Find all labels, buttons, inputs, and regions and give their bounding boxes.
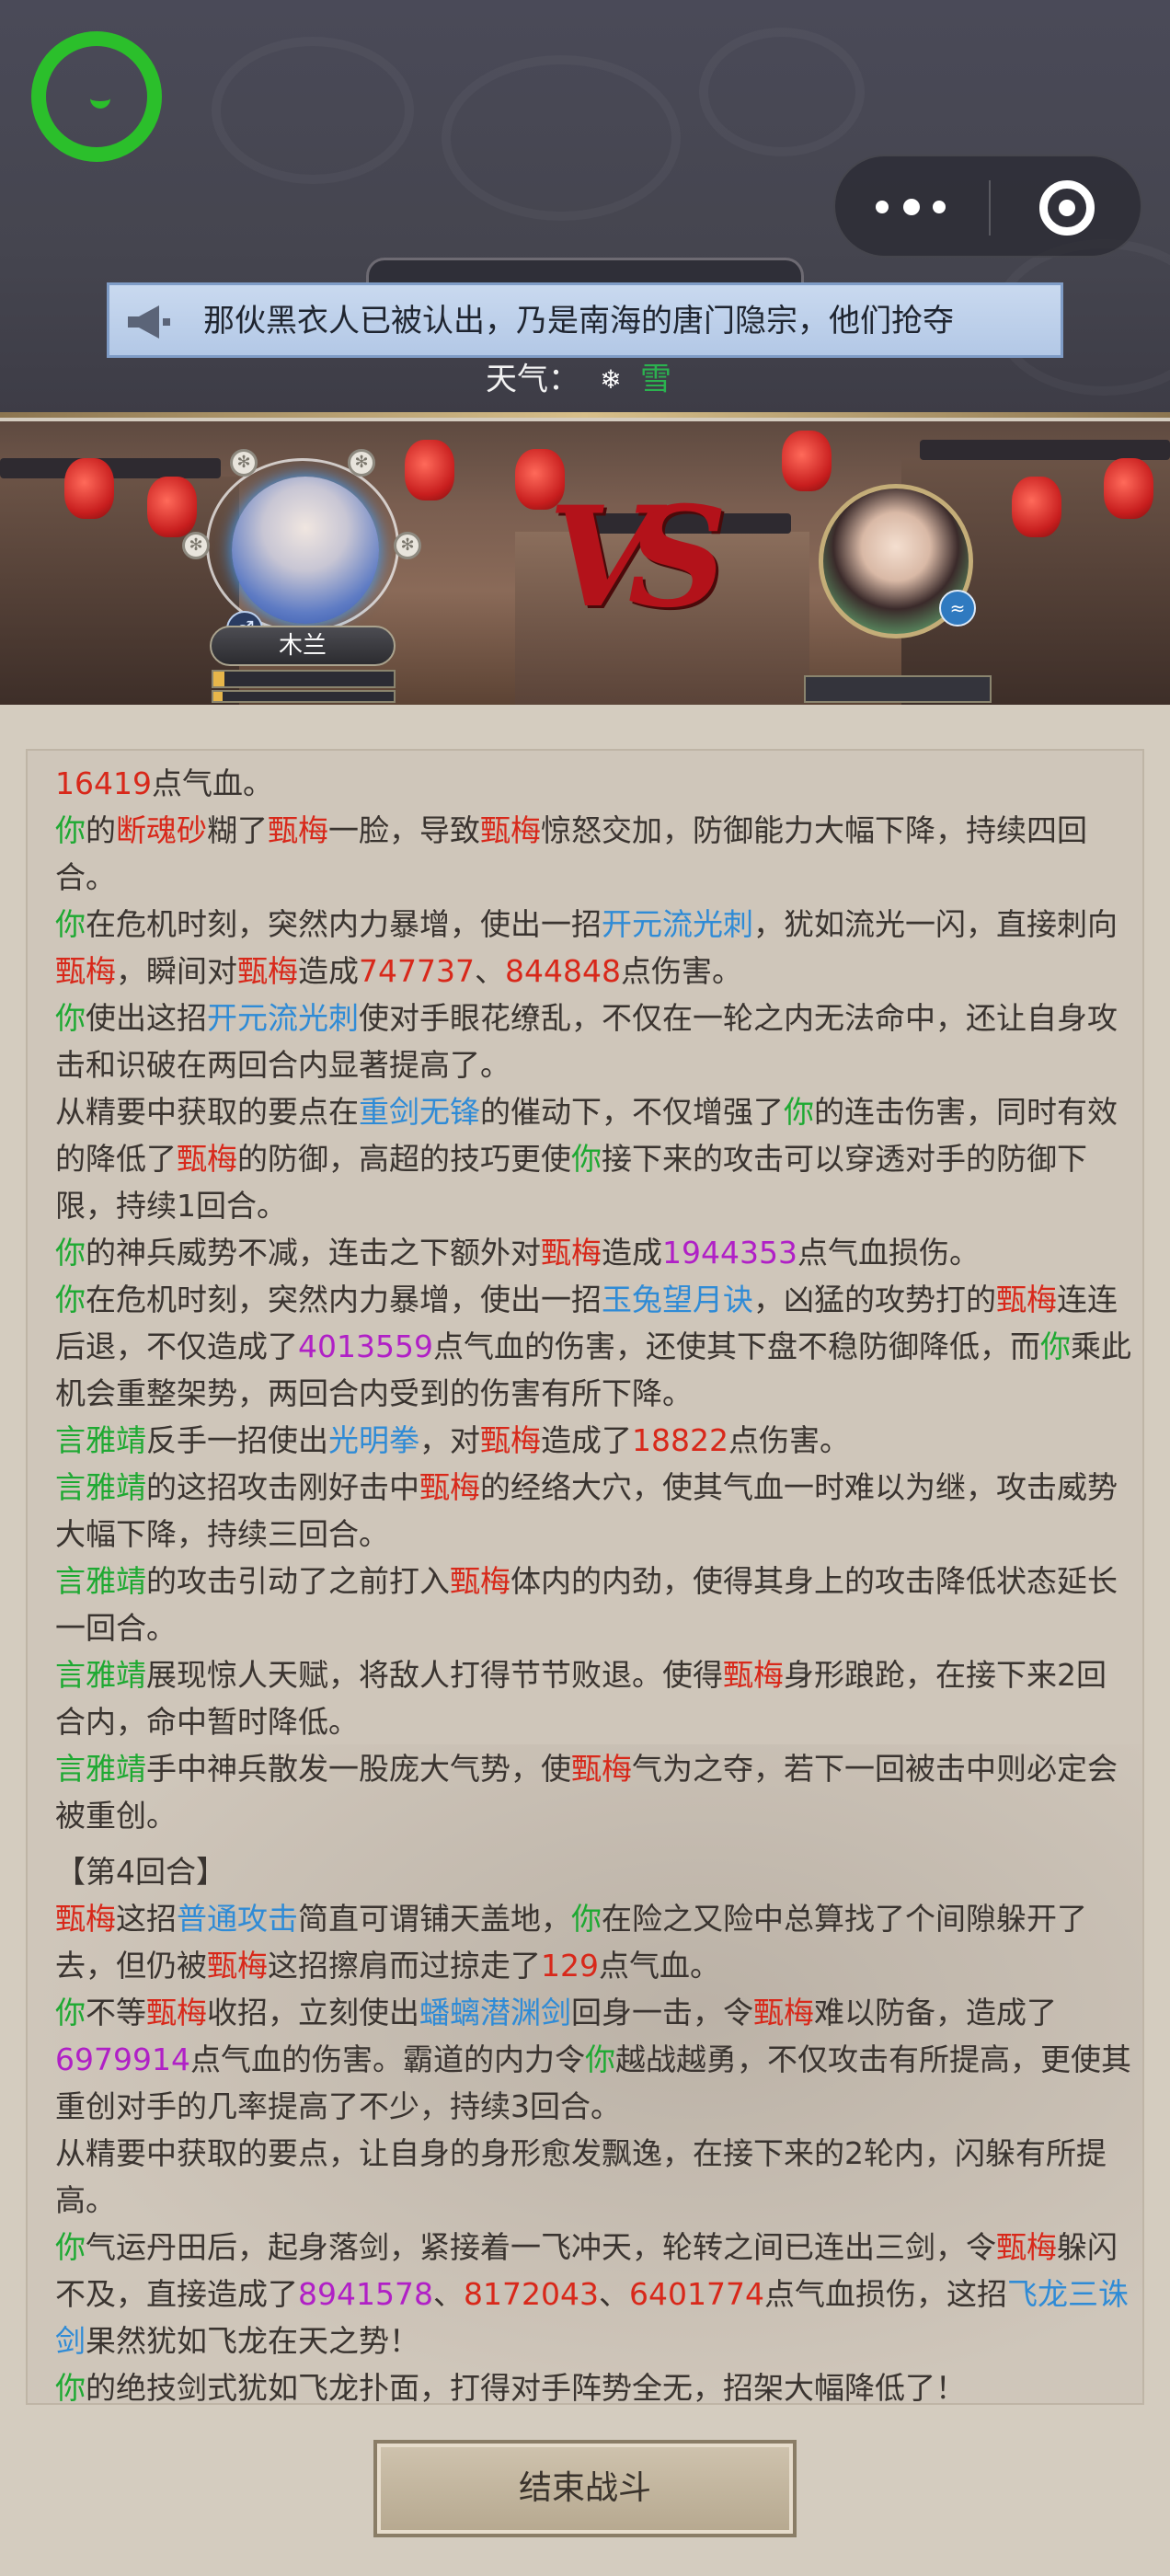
player-mp-bar bbox=[212, 690, 396, 703]
star-icon: ✻ bbox=[230, 449, 258, 477]
roof bbox=[920, 440, 1170, 460]
notice-frame-top bbox=[366, 258, 804, 285]
more-button[interactable] bbox=[835, 156, 988, 259]
star-icon: ✻ bbox=[182, 532, 210, 559]
snowflake-icon: ❄ bbox=[600, 363, 622, 395]
log-line: 言雅靖的攻击引动了之前打入甄梅体内的内劲，使得其身上的攻击降低状态延长一回合。 bbox=[55, 1563, 1118, 1646]
notice-text: 那伙黑衣人已被认出，乃是南海的唐门隐宗，他们抢夺 bbox=[203, 300, 1050, 342]
enemy-hp-bar bbox=[804, 675, 992, 703]
mini-program-capsule bbox=[833, 155, 1142, 258]
battle-log-panel[interactable]: 16419点气血。 你的断魂砂糊了甄梅一脸，导致甄梅惊怒交加，防御能力大幅下降，… bbox=[26, 749, 1144, 2405]
player-name-plate: 木兰 bbox=[210, 626, 396, 666]
lantern bbox=[782, 431, 832, 491]
header-divider bbox=[0, 412, 1170, 418]
log-line: 你不等甄梅收招，立刻使出蟠螭潜渊剑回身一击，令甄梅难以防备，造成了6979914… bbox=[55, 1995, 1131, 2124]
log-line: 从精要中获取的要点在重剑无锋的催动下，不仅增强了你的连击伤害，同时有效的降低了甄… bbox=[55, 1094, 1118, 1224]
round-header: 【第4回合】 bbox=[55, 1854, 226, 1890]
log-line: 言雅靖展现惊人天赋，将敌人打得节节败退。使得甄梅身形踉跄，在接下来2回合内，命中… bbox=[55, 1657, 1107, 1740]
weather-indicator: 天气： ❄ 雪 bbox=[486, 353, 671, 403]
enemy-portrait[interactable]: ≈ bbox=[819, 484, 976, 638]
cloud-decoration bbox=[442, 55, 681, 221]
lantern bbox=[147, 477, 197, 537]
notice-banner[interactable]: 那伙黑衣人已被认出，乃是南海的唐门隐宗，他们抢夺 bbox=[107, 282, 1063, 358]
weather-label: 天气： bbox=[486, 361, 579, 398]
star-icon: ✻ bbox=[348, 449, 375, 477]
lantern bbox=[405, 440, 454, 500]
log-line: 你使出这招开元流光刺使对手眼花缭乱，不仅在一轮之内无法命中，还让自身攻击和识破在… bbox=[55, 1000, 1118, 1083]
log-line: 你气运丹田后，起身落剑，紧接着一飞冲天，轮转之间已连出三剑，令甄梅躲闪不及，直接… bbox=[55, 2229, 1129, 2359]
log-line: 你的断魂砂糊了甄梅一脸，导致甄梅惊怒交加，防御能力大幅下降，持续四回合。 bbox=[55, 812, 1087, 895]
close-button[interactable] bbox=[990, 156, 1144, 259]
water-badge-icon: ≈ bbox=[939, 590, 976, 627]
vs-emblem: VS bbox=[548, 477, 728, 638]
wechat-logo-icon[interactable] bbox=[31, 31, 162, 162]
player-portrait[interactable]: ✻ ✻ ✻ ✻ ♂ bbox=[182, 449, 421, 648]
player-hp-fill bbox=[213, 672, 224, 686]
star-icon: ✻ bbox=[394, 532, 421, 559]
log-line: 你在危机时刻，突然内力暴增，使出一招玉兔望月诀，凶猛的攻势打的甄梅连连后退，不仅… bbox=[55, 1282, 1131, 1411]
log-line: 言雅靖手中神兵散发一股庞大气势，使甄梅气为之夺，若下一回被击中则必定会被重创。 bbox=[55, 1751, 1118, 1834]
log-line: 从精要中获取的要点，让自身的身形愈发飘逸，在接下来的2轮内，闪躲有所提高。 bbox=[55, 2135, 1107, 2218]
player-hp-bar bbox=[212, 670, 396, 688]
log-line: 你在危机时刻，突然内力暴增，使出一招开元流光刺，犹如流光一闪，直接刺向甄梅，瞬间… bbox=[55, 906, 1118, 989]
close-target-icon bbox=[1039, 180, 1095, 236]
log-line: 言雅靖反手一招使出光明拳，对甄梅造成了18822点伤害。 bbox=[55, 1422, 850, 1458]
battle-scene: ✻ ✻ ✻ ✻ ♂ 木兰 VS ≈ bbox=[0, 421, 1170, 705]
log-line: 甄梅这招普通攻击简直可谓铺天盖地，你在险之又险中总算找了个间隙躲开了去，但仍被甄… bbox=[55, 1901, 1087, 1984]
end-battle-button[interactable]: 结束战斗 bbox=[373, 2440, 797, 2537]
more-icon bbox=[876, 201, 889, 213]
player-mp-fill bbox=[213, 692, 223, 701]
lantern bbox=[1104, 458, 1153, 519]
megaphone-icon bbox=[128, 305, 170, 339]
battle-log: 16419点气血。 你的断魂砂糊了甄梅一脸，导致甄梅惊怒交加，防御能力大幅下降，… bbox=[55, 760, 1131, 2405]
top-header: 那伙黑衣人已被认出，乃是南海的唐门隐宗，他们抢夺 天气： ❄ 雪 bbox=[0, 0, 1170, 416]
log-line: 你的绝技剑式犹如飞龙扑面，打得对手阵势全无，招架大幅降低了！ bbox=[55, 2370, 966, 2405]
lantern bbox=[1012, 477, 1061, 537]
log-line: 你的神兵威势不减，连击之下额外对甄梅造成1944353点气血损伤。 bbox=[55, 1235, 980, 1271]
player-avatar bbox=[232, 477, 379, 624]
lantern bbox=[64, 458, 114, 519]
weather-value: 雪 bbox=[640, 361, 671, 398]
log-line: 16419点气血。 bbox=[55, 765, 273, 801]
cloud-decoration bbox=[212, 37, 414, 184]
more-icon-dot bbox=[903, 199, 920, 215]
log-gap bbox=[55, 1839, 1131, 1848]
more-icon-dot bbox=[933, 201, 946, 213]
cloud-decoration bbox=[699, 28, 865, 156]
log-line: 言雅靖的这招攻击刚好击中甄梅的经络大穴，使其气血一时难以为继，攻击威势大幅下降，… bbox=[55, 1469, 1118, 1552]
